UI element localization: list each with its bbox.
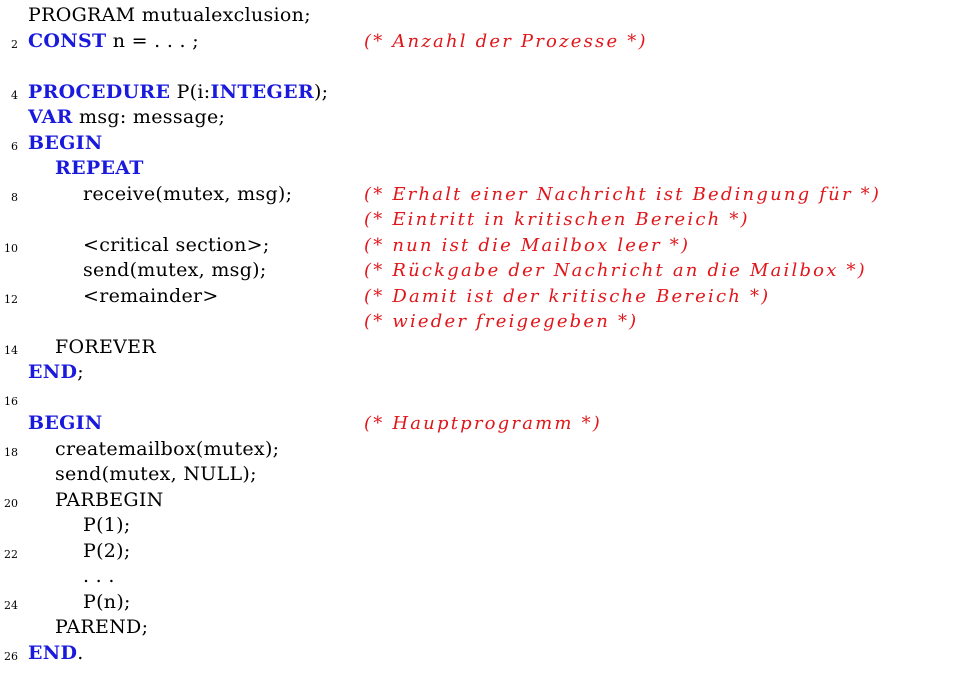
code-token: . . . [83,565,115,587]
code-text: END; [28,361,84,383]
code-listing: PROGRAM mutualexclusion; 2 CONST n = . . .… [0,0,958,678]
code-text: PAREND; [55,616,148,638]
code-text: VAR msg: message; [28,106,225,128]
code-line: END; [0,361,958,386]
code-line: 6 BEGIN [0,132,958,157]
code-text: BEGIN [28,412,103,434]
code-text: P(n); [83,591,131,613]
line-number: 6 [11,139,18,153]
line-number: 8 [11,190,18,204]
code-token: <critical section>; [83,233,270,256]
code-token: PAREND; [55,616,149,638]
code-line: 24 P(n); [0,591,958,616]
code-line: . . . [0,565,958,590]
code-line: 8 receive(mutex, msg); (* Erhalt einer Nac… [0,183,958,208]
code-line: 16 [0,387,958,412]
keyword: VAR [28,106,73,128]
line-number: 26 [4,649,18,663]
code-token: P(n); [83,590,131,613]
code-line: 18 createmailbox(mutex); [0,438,958,463]
line-number: 4 [11,88,18,102]
code-comment: (* Eintritt in kritischen Bereich *) [364,209,750,230]
keyword: CONST [28,29,107,52]
line-number: 24 [4,598,18,612]
keyword: END [28,641,78,664]
code-text: FOREVER [55,336,156,358]
code-token: P(i: [170,80,211,103]
code-token: send(mutex, msg); [83,259,267,281]
code-comment: (* Hauptprogramm *) [364,413,603,434]
line-number: 10 [4,241,18,255]
keyword: END [28,361,78,383]
code-comment: (* wieder freigegeben *) [364,311,639,332]
code-token: PROGRAM mutualexclusion; [28,4,311,26]
code-token: P(2); [83,539,131,562]
code-text: <remainder> [83,285,219,307]
code-text: REPEAT [55,157,144,179]
code-line: BEGIN (* Hauptprogramm *) [0,412,958,437]
code-text: <critical section>; [83,234,270,256]
code-line: 2 CONST n = . . . ; (* Anzahl der Prozesse… [0,30,958,55]
code-token: . [77,641,84,664]
code-line: send(mutex, msg); (* Rückgabe der Nachric… [0,259,958,284]
code-text: P(2); [83,540,131,562]
line-number: 22 [4,547,18,561]
code-token: P(1); [83,514,131,536]
code-text: PROCEDURE P(i:INTEGER); [28,81,328,103]
code-text: END. [28,642,84,664]
code-line: PROGRAM mutualexclusion; [0,4,958,29]
code-text: BEGIN [28,132,103,154]
keyword: BEGIN [28,412,103,434]
code-comment: (* Anzahl der Prozesse *) [364,30,648,52]
line-number: 2 [11,37,18,51]
code-token: FOREVER [55,335,156,358]
code-line: send(mutex, NULL); [0,463,958,488]
keyword: INTEGER [210,80,314,103]
code-text: createmailbox(mutex); [55,438,279,460]
code-text: . . . [83,565,115,587]
code-text: PROGRAM mutualexclusion; [28,4,311,26]
code-text: PARBEGIN [55,489,164,511]
code-line: 4 PROCEDURE P(i:INTEGER); [0,81,958,106]
code-token: createmailbox(mutex); [55,437,280,460]
line-number: 18 [4,445,18,459]
code-line: 22 P(2); [0,540,958,565]
code-text: CONST n = . . . ; [28,30,199,52]
code-comment: (* Rückgabe der Nachricht an die Mailbox… [364,260,867,281]
code-comment: (* nun ist die Mailbox leer *) [364,234,691,256]
code-token: PARBEGIN [55,488,164,511]
line-number: 12 [4,292,18,306]
code-token: receive(mutex, msg); [83,182,293,205]
code-line: PAREND; [0,616,958,641]
code-comment: (* Erhalt einer Nachricht ist Bedingung … [364,183,882,205]
line-number: 20 [4,496,18,510]
code-line: 12 <remainder> (* Damit ist der kritische … [0,285,958,310]
keyword: REPEAT [55,157,144,179]
code-text: send(mutex, msg); [83,259,267,281]
code-token: msg: message; [72,106,226,128]
code-text: receive(mutex, msg); [83,183,292,205]
code-token: <remainder> [83,284,219,307]
code-line: 10 <critical section>; (* nun ist die Mail… [0,234,958,259]
code-line: REPEAT [0,157,958,182]
code-line: VAR msg: message; [0,106,958,131]
code-text: send(mutex, NULL); [55,463,257,485]
code-token: ; [77,361,84,383]
line-number: 14 [4,343,18,357]
code-text: P(1); [83,514,131,536]
code-comment: (* Damit ist der kritische Bereich *) [364,285,771,307]
code-line: P(1); [0,514,958,539]
code-token: ); [313,80,329,103]
code-line: 20 PARBEGIN [0,489,958,514]
code-line: 14 FOREVER [0,336,958,361]
code-line: (* wieder freigegeben *) [0,310,958,335]
keyword: PROCEDURE [28,80,171,103]
code-line: 26 END. [0,642,958,667]
keyword: BEGIN [28,131,103,154]
code-line: (* Eintritt in kritischen Bereich *) [0,208,958,233]
line-number: 16 [4,394,18,408]
code-token: n = . . . ; [106,29,199,52]
code-token: send(mutex, NULL); [55,463,257,485]
